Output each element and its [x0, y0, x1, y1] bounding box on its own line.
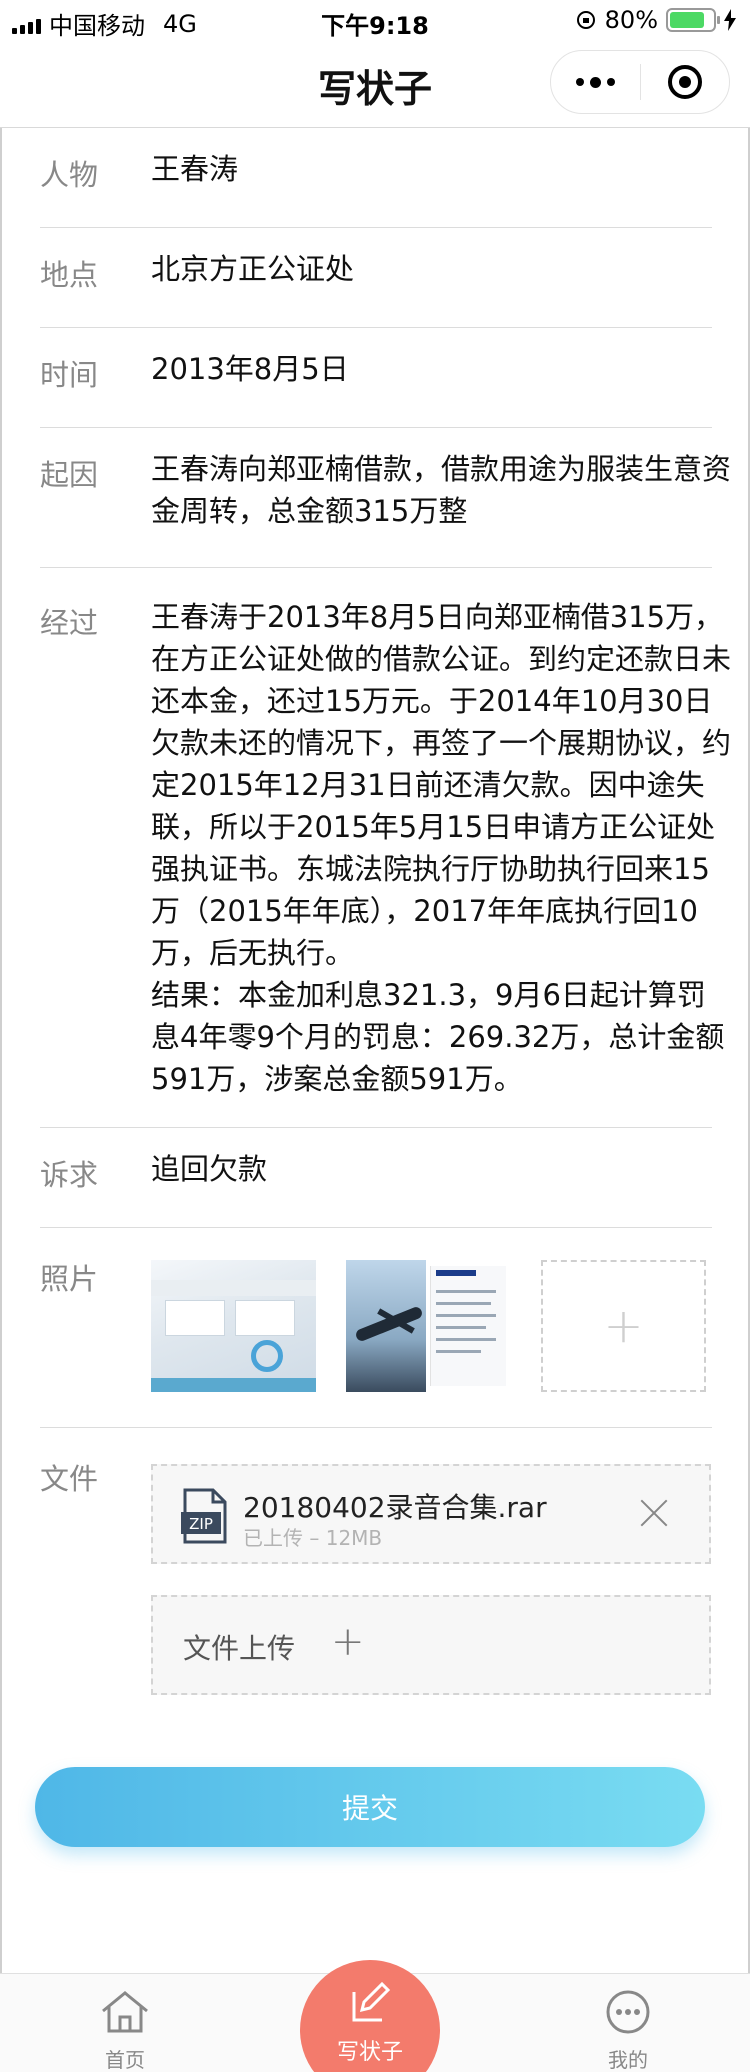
cause-row[interactable]: 起因 王春涛向郑亚楠借款，借款用途为服装生意资金周转，总金额315万整 [40, 428, 731, 568]
photo-thumbnail-airplane[interactable] [346, 1260, 511, 1392]
tab-write-label: 写状子 [336, 2040, 403, 2065]
zip-icon-text: ZIP [189, 1515, 213, 1533]
photo-list: + [151, 1260, 706, 1392]
nav-bar: 写状子 [0, 40, 750, 128]
orientation-lock-icon [576, 11, 595, 29]
process-value[interactable]: 王春涛于2013年8月5日向郑亚楠借315万，在方正公证处做的借款公证。到约定还… [151, 596, 731, 1100]
place-label: 地点 [40, 258, 99, 292]
battery-icon [666, 8, 720, 32]
photos-row: 照片 + [40, 1228, 712, 1428]
home-icon [102, 1991, 148, 2033]
person-label: 人物 [40, 158, 99, 192]
cause-value[interactable]: 王春涛向郑亚楠借款，借款用途为服装生意资金周转，总金额315万整 [151, 448, 731, 532]
plus-icon: + [331, 1619, 365, 1665]
claim-label: 诉求 [40, 1158, 99, 1192]
claim-row[interactable]: 诉求 追回欠款 [40, 1128, 712, 1228]
battery-fill [670, 12, 704, 28]
status-right: 80% [575, 6, 736, 34]
edit-icon [352, 1981, 391, 2022]
process-row[interactable]: 经过 王春涛于2013年8月5日向郑亚楠借315万，在方正公证处做的借款公证。到… [40, 568, 731, 1128]
status-bar: 中国移动 4G 下午9:18 80% [0, 0, 750, 40]
charging-icon [724, 9, 736, 31]
place-row[interactable]: 地点 北京方正公证处 [40, 228, 712, 328]
place-value[interactable]: 北京方正公证处 [151, 248, 731, 290]
files-section: 文件 ZIP 20180402录音合集.rar 已上传 – 12MB 文件上传 … [40, 1428, 712, 1728]
person-row[interactable]: 人物 王春涛 [40, 128, 712, 228]
claim-value[interactable]: 追回欠款 [151, 1148, 731, 1190]
file-name: 20180402录音合集.rar [243, 1491, 547, 1524]
file-meta: 已上传 – 12MB [243, 1526, 383, 1550]
target-icon [667, 65, 702, 99]
plus-icon: + [603, 1298, 644, 1354]
photos-label: 照片 [40, 1262, 99, 1296]
process-label: 经过 [40, 606, 99, 640]
more-circle-icon [606, 1990, 650, 2034]
time-label: 时间 [40, 358, 99, 392]
remove-file-icon[interactable] [639, 1498, 669, 1528]
file-item[interactable]: ZIP 20180402录音合集.rar 已上传 – 12MB [151, 1464, 711, 1564]
form-content: 人物 王春涛 地点 北京方正公证处 时间 2013年8月5日 起因 王春涛向郑亚… [0, 128, 750, 1973]
time-row[interactable]: 时间 2013年8月5日 [40, 328, 712, 428]
files-label: 文件 [40, 1462, 99, 1496]
battery-percent: 80% [604, 6, 658, 34]
cause-label: 起因 [40, 458, 99, 492]
more-icon[interactable] [551, 76, 640, 88]
photo-thumbnail-dashboard[interactable] [151, 1260, 316, 1392]
close-miniprogram-button[interactable] [641, 65, 730, 99]
submit-button[interactable]: 提交 [35, 1767, 705, 1847]
time-value[interactable]: 2013年8月5日 [151, 348, 731, 390]
miniprogram-capsule [550, 50, 730, 114]
person-value[interactable]: 王春涛 [151, 148, 731, 190]
file-upload-button[interactable]: 文件上传 + [151, 1595, 711, 1695]
tab-home[interactable]: 首页 [95, 1989, 155, 2072]
process-result: 结果：本金加利息321.3，9月6日起计算罚息4年零9个月的罚息：269.32万… [151, 978, 725, 1096]
zip-file-icon: ZIP [181, 1488, 227, 1544]
process-text: 王春涛于2013年8月5日向郑亚楠借315万，在方正公证处做的借款公证。到约定还… [151, 600, 732, 970]
tab-mine[interactable]: 我的 [598, 1989, 658, 2072]
tab-home-label: 首页 [105, 2048, 145, 2072]
add-photo-button[interactable]: + [541, 1260, 706, 1392]
tab-mine-label: 我的 [608, 2048, 648, 2072]
file-upload-label: 文件上传 [183, 1632, 296, 1665]
